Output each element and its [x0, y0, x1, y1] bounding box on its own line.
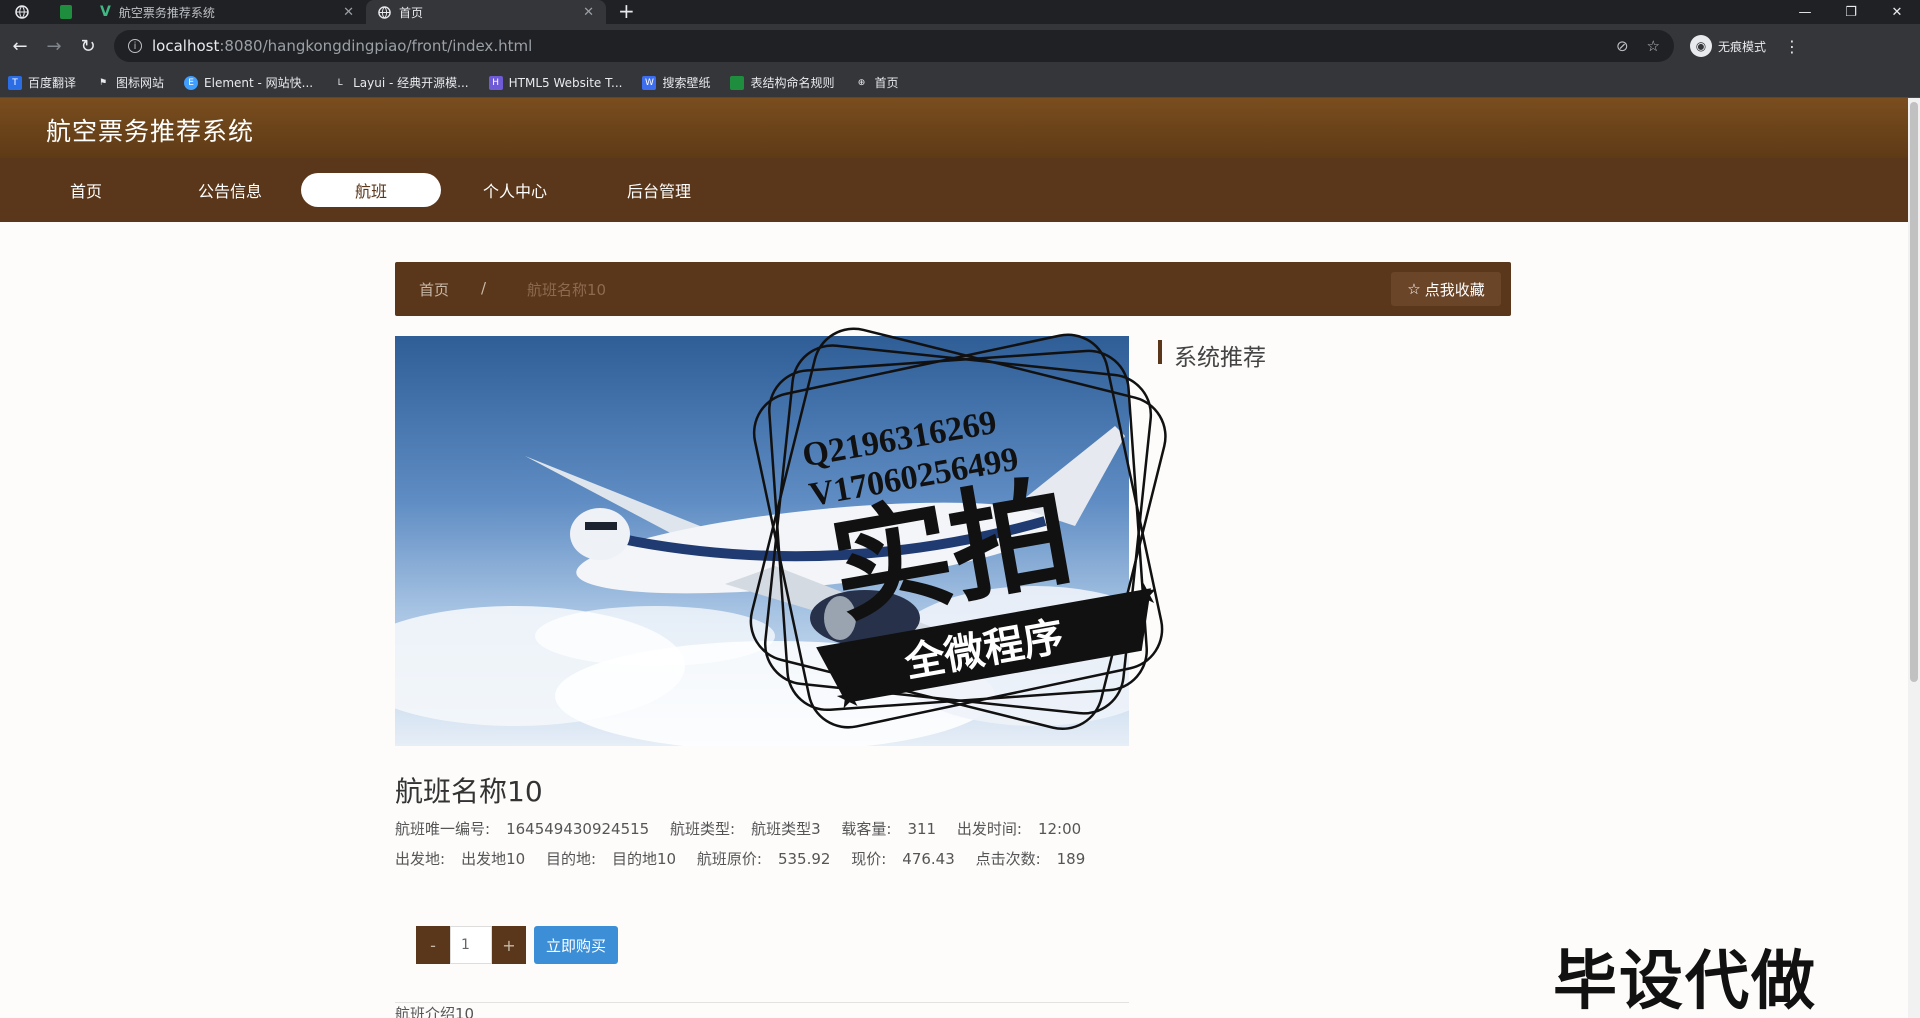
reload-icon[interactable]: ↻	[74, 32, 102, 60]
origin-label: 出发地:	[395, 850, 446, 868]
breadcrumb-current: 航班名称10	[527, 281, 607, 299]
increase-button[interactable]: +	[492, 926, 526, 964]
restore-icon[interactable]: ❐	[1828, 0, 1874, 24]
stamp-star-icon: ★	[1129, 575, 1162, 614]
bookmark-item[interactable]: H HTML5 Website T...	[488, 75, 622, 90]
bookmark-item[interactable]: W 搜索壁纸	[642, 74, 710, 91]
flight-info-row-2: 出发地: 出发地10 目的地: 目的地10 航班原价: 535.92 现价: 476.4…	[395, 848, 1101, 869]
flight-type-label: 航班类型:	[670, 820, 736, 838]
flight-info-row-1: 航班唯一编号: 164549430924515 航班类型: 航班类型3 载客量: 31…	[395, 818, 1097, 839]
browser-tab-sheet[interactable]	[44, 0, 88, 24]
browser-tab-active[interactable]: 首页 ✕	[366, 0, 606, 24]
current-price-label: 现价:	[851, 850, 887, 868]
flag-icon: ⚑	[98, 77, 108, 88]
vue-icon: V	[100, 4, 111, 20]
browser-tab[interactable]: V 航空票务推荐系统 ✕	[88, 0, 366, 24]
original-price-value: 535.92	[777, 850, 831, 868]
favorite-button[interactable]: ☆ 点我收藏	[1391, 272, 1501, 306]
tab-title: 首页	[399, 5, 424, 20]
tab-close-icon[interactable]: ✕	[343, 5, 354, 20]
capacity-label: 载客量:	[841, 820, 892, 838]
new-tab-button[interactable]: +	[606, 0, 647, 24]
capacity-value: 311	[907, 820, 937, 838]
destination-value: 目的地10	[612, 850, 677, 868]
layui-icon: L	[337, 77, 343, 88]
flight-intro: 航班介绍10	[395, 1005, 475, 1018]
departure-time-value: 12:00	[1037, 820, 1082, 838]
star-outline-icon: ☆	[1407, 280, 1421, 298]
quantity-input[interactable]: 1	[450, 926, 492, 964]
corner-watermark: 毕设代做	[1553, 945, 1817, 1018]
breadcrumb-home[interactable]: 首页	[419, 279, 449, 300]
wallpaper-icon: W	[642, 75, 657, 90]
flight-id-value: 164549430924515	[506, 820, 650, 838]
original-price-label: 航班原价:	[696, 850, 762, 868]
nav-item-flights[interactable]: 航班	[301, 173, 441, 207]
quantity-stepper: - 1 +	[416, 926, 526, 964]
bookmark-item[interactable]: 表结构命名规则	[730, 74, 834, 91]
scrollbar-thumb[interactable]	[1910, 102, 1918, 682]
incognito-icon: ◉	[1690, 35, 1712, 57]
favorite-button-label: 点我收藏	[1424, 280, 1485, 299]
bookmark-item[interactable]: E Element - 网站快...	[184, 74, 313, 91]
page-scrollbar[interactable]	[1908, 98, 1920, 1018]
section-divider	[395, 1002, 1129, 1003]
browser-tab-pinned[interactable]	[0, 0, 44, 24]
globe-icon	[15, 5, 29, 19]
flight-id-label: 航班唯一编号:	[395, 820, 491, 838]
forward-arrow-icon[interactable]: →	[40, 32, 68, 60]
minimize-icon[interactable]: —	[1782, 0, 1828, 24]
translate-icon: T	[8, 75, 22, 90]
incognito-profile[interactable]: ◉ 无痕模式	[1690, 35, 1766, 57]
click-count-value: 189	[1056, 850, 1086, 868]
departure-time-label: 出发时间:	[956, 820, 1022, 838]
current-price-value: 476.43	[902, 850, 955, 868]
site-header: 航空票务推荐系统	[0, 98, 1908, 158]
star-icon[interactable]: ☆	[1647, 37, 1660, 55]
browser-tab-strip: V 航空票务推荐系统 ✕ 首页 ✕ + — ❐ ✕	[0, 0, 1920, 24]
tab-title: 航空票务推荐系统	[118, 5, 215, 20]
nav-item-profile[interactable]: 个人中心	[445, 173, 585, 207]
url-input[interactable]: i localhost:8080/hangkongdingpiao/front/…	[114, 30, 1674, 62]
site-nav: 首页 公告信息 航班 个人中心 后台管理	[0, 158, 1908, 222]
tab-close-icon[interactable]: ✕	[583, 5, 594, 20]
flight-name: 航班名称10	[395, 775, 543, 808]
origin-value: 出发地10	[461, 850, 526, 868]
url-host: localhost	[152, 37, 220, 55]
back-arrow-icon[interactable]: ←	[6, 32, 34, 60]
address-bar: ← → ↻ i localhost:8080/hangkongdingpiao/…	[0, 24, 1920, 68]
bookmarks-bar: T 百度翻译 ⚑ 图标网站 E Element - 网站快... L Layui - 经…	[0, 68, 1920, 98]
site-info-icon[interactable]: i	[128, 39, 142, 53]
bookmark-item[interactable]: ⊕ 首页	[854, 74, 899, 91]
click-count-label: 点击次数:	[975, 850, 1041, 868]
globe-icon	[378, 5, 391, 19]
eye-off-icon[interactable]: ⊘	[1616, 37, 1629, 55]
decrease-button[interactable]: -	[416, 926, 450, 964]
nav-item-notices[interactable]: 公告信息	[160, 173, 300, 207]
breadcrumb-separator: /	[481, 279, 487, 297]
bookmark-item[interactable]: ⚑ 图标网站	[96, 74, 164, 91]
sheet-icon	[730, 75, 745, 90]
nav-item-admin[interactable]: 后台管理	[589, 173, 729, 207]
html5-icon: H	[488, 75, 503, 90]
destination-label: 目的地:	[545, 850, 596, 868]
globe-icon: ⊕	[857, 77, 866, 88]
close-window-icon[interactable]: ✕	[1874, 0, 1920, 24]
bookmark-item[interactable]: L Layui - 经典开源模...	[333, 74, 469, 91]
buy-now-button[interactable]: 立即购买	[534, 926, 618, 964]
url-path: :8080/hangkongdingpiao/front/index.html	[219, 37, 533, 55]
flight-type-value: 航班类型3	[751, 820, 821, 838]
window-controls: — ❐ ✕	[1782, 0, 1920, 24]
element-icon: E	[184, 75, 199, 90]
more-menu-icon[interactable]: ⋮	[1784, 37, 1800, 56]
profile-label: 无痕模式	[1718, 39, 1767, 54]
site-title: 航空票务推荐系统	[46, 117, 255, 146]
bookmark-item[interactable]: T 百度翻译	[8, 74, 76, 91]
sheet-icon	[60, 5, 72, 19]
watermark-stamp: Q2196316269 V17060256499 实拍 全微程序 ★ ★	[749, 327, 1167, 731]
nav-item-home[interactable]: 首页	[16, 173, 156, 207]
